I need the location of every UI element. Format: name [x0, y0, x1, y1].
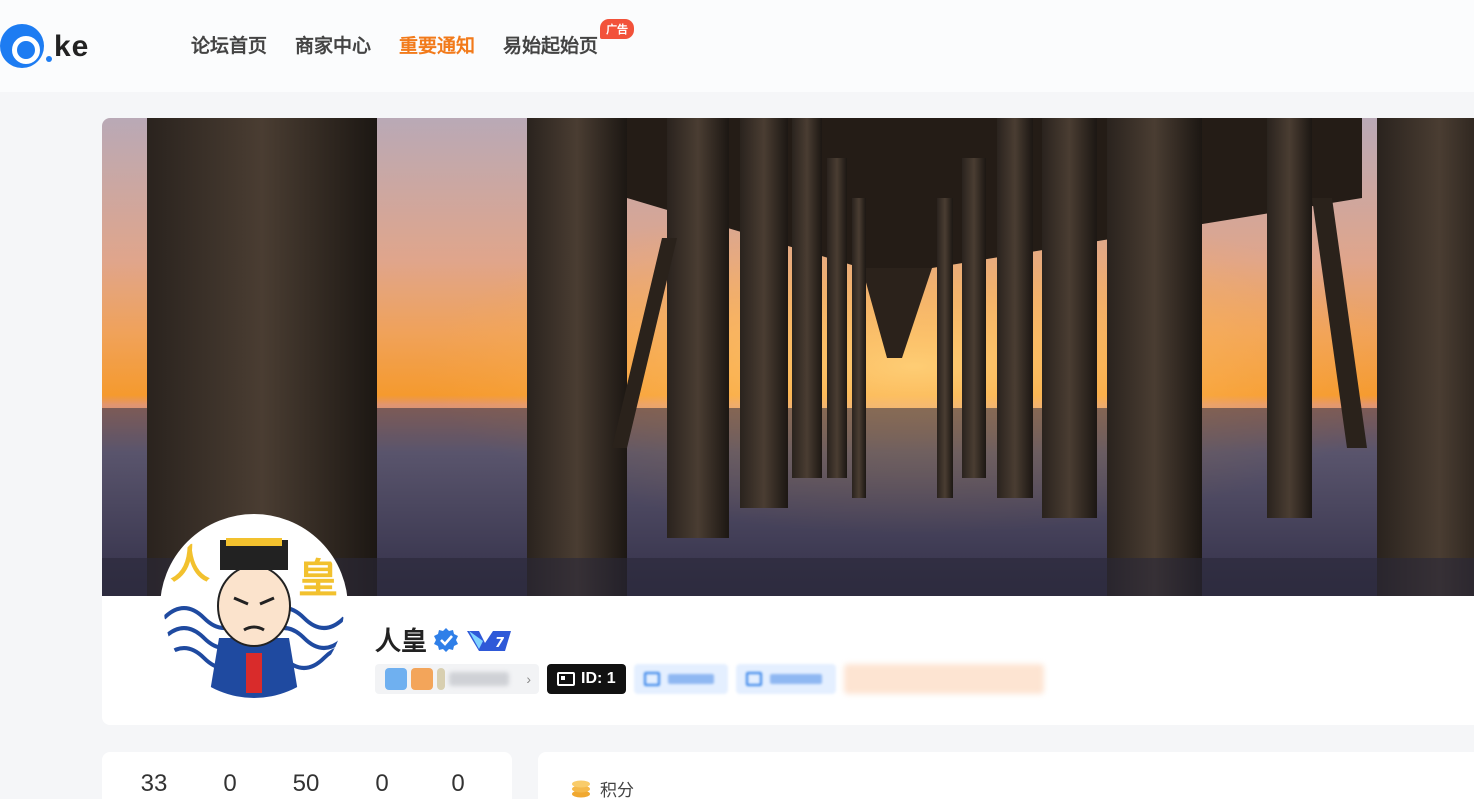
coin-stack-icon: [572, 780, 590, 797]
nav-item-important-notice[interactable]: 重要通知: [399, 31, 475, 58]
user-id-label: ID: 1: [581, 670, 616, 687]
username: 人皇: [375, 626, 428, 656]
stats-row: 33 0 50 0 0: [102, 770, 512, 798]
points-title: 积分: [570, 776, 634, 799]
points-card: 积分: [538, 752, 1474, 799]
info-chip-2-blurred: [769, 674, 822, 684]
stat-value[interactable]: 0: [344, 770, 420, 798]
name-row: 人皇 7: [375, 621, 513, 658]
logo-mark-icon: [0, 24, 44, 68]
stat-value[interactable]: 33: [116, 770, 192, 798]
medal-icon: [437, 668, 445, 690]
ad-badge: 广告: [600, 19, 635, 39]
stat-value[interactable]: 0: [192, 770, 268, 798]
info-chip-1-blurred: [667, 674, 714, 684]
stats-card: 33 0 50 0 0: [102, 752, 512, 799]
stat-value[interactable]: 0: [420, 770, 496, 798]
avatar[interactable]: 人 皇: [160, 514, 348, 702]
chevron-right-icon: ›: [526, 671, 531, 687]
info-chip-1[interactable]: [633, 664, 728, 694]
info-chip-3-blurred[interactable]: [843, 664, 1044, 694]
id-card-icon: [557, 672, 575, 686]
image-icon: [643, 672, 660, 686]
medal-icon: [411, 668, 433, 690]
logo-text: ke: [54, 30, 90, 63]
points-title-label: 积分: [600, 781, 634, 799]
nav-item-start-page-label: 易始起始页: [503, 36, 599, 57]
verified-icon: [434, 627, 459, 652]
nav-item-merchant-center[interactable]: 商家中心: [295, 31, 371, 58]
medal-icon: [385, 668, 407, 690]
avatar-char-right: 皇: [298, 556, 338, 602]
nav-item-forum-home[interactable]: 论坛首页: [191, 31, 267, 58]
site-logo[interactable]: ke: [0, 22, 100, 70]
main-nav: 论坛首页 商家中心 重要通知 易始起始页 广告: [191, 19, 635, 58]
medal-chip[interactable]: ›: [375, 664, 539, 694]
medal-label-blurred: [449, 672, 509, 686]
user-id-chip[interactable]: ID: 1: [547, 664, 626, 694]
stat-value[interactable]: 50: [268, 770, 344, 798]
nav-item-start-page[interactable]: 易始起始页 广告: [503, 19, 635, 58]
info-chip-2[interactable]: [735, 664, 836, 694]
badge-row: › ID: 1: [375, 664, 1044, 694]
profile-card: 人 皇 人皇 7 › ID: 1: [102, 118, 1474, 725]
vip-level-text: 7: [495, 636, 505, 651]
top-header: ke 论坛首页 商家中心 重要通知 易始起始页 广告: [0, 0, 1474, 92]
calendar-icon: [745, 672, 762, 686]
logo-dot: [46, 56, 52, 62]
cover-image: [102, 118, 1474, 596]
vip-level-icon[interactable]: 7: [465, 627, 513, 653]
